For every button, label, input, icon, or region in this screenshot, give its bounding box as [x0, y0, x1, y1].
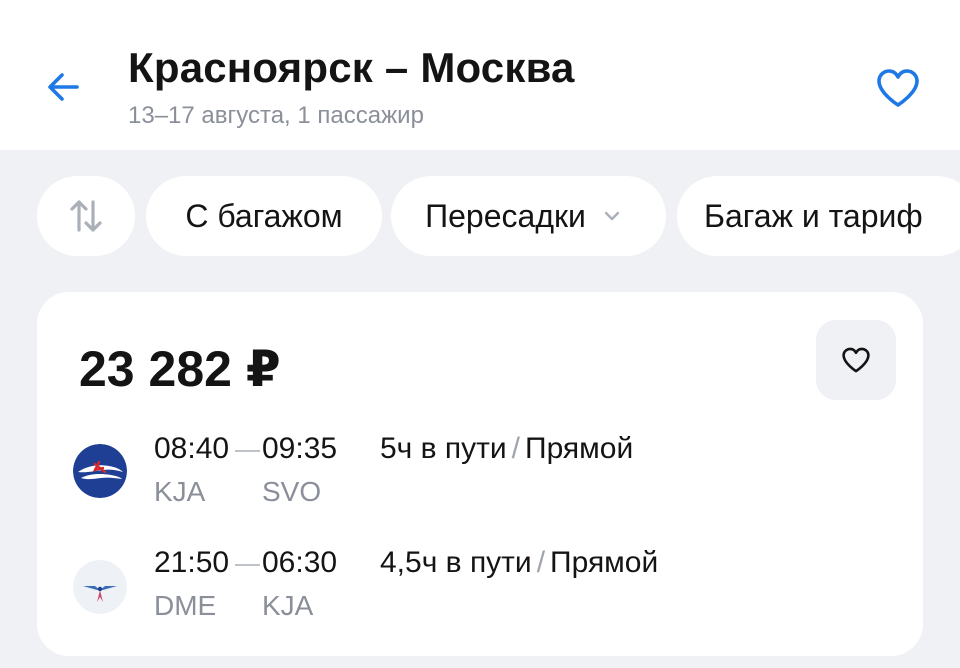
- filter-transfers-label: Пересадки: [425, 197, 586, 234]
- heart-outline-icon: [877, 69, 919, 107]
- departure-airport-code: DME: [154, 590, 217, 621]
- departure-airport-code: KJA: [154, 476, 206, 507]
- flight-type: Прямой: [525, 432, 634, 465]
- ticket-favorite-button[interactable]: [816, 320, 896, 400]
- arrival-airport-code: KJA: [262, 590, 314, 621]
- aeroflot-logo-icon: [73, 444, 127, 498]
- flight-duration: 5ч в пути / Прямой: [380, 432, 633, 466]
- arrival-time: 06:30: [262, 546, 338, 579]
- filter-bar: С багажом Пересадки Багаж и тариф: [0, 176, 960, 256]
- flight-duration: 4,5ч в пути / Прямой: [380, 546, 658, 580]
- departure-time: 08:40: [154, 432, 230, 465]
- sort-button[interactable]: [37, 176, 135, 256]
- filter-baggage-chip[interactable]: С багажом: [146, 176, 382, 256]
- duration-separator: /: [536, 546, 546, 579]
- heart-outline-icon: [842, 347, 870, 373]
- chevron-down-icon: [602, 209, 622, 223]
- arrow-left-icon: [48, 73, 79, 101]
- flight-type: Прямой: [550, 546, 659, 579]
- filter-tariff-chip[interactable]: Багаж и тариф: [677, 176, 960, 256]
- sort-arrows-icon: [70, 200, 102, 232]
- trip-details: 13–17 августа, 1 пассажир: [128, 102, 424, 129]
- departure-time: 21:50: [154, 546, 230, 579]
- duration-text: 4,5ч в пути: [380, 546, 532, 579]
- filter-baggage-label: С багажом: [185, 197, 343, 234]
- ticket-price: 23 282 ₽: [79, 341, 281, 397]
- filter-transfers-chip[interactable]: Пересадки: [391, 176, 666, 256]
- arrival-time: 09:35: [262, 432, 338, 465]
- favorite-button[interactable]: [870, 60, 926, 116]
- duration-separator: /: [511, 432, 521, 465]
- duration-text: 5ч в пути: [380, 432, 507, 465]
- flight-segment-outbound: 08:40 09:35 KJA SVO 5ч в пути / Прямой: [37, 432, 923, 522]
- ticket-card[interactable]: 23 282 ₽ 08:40 09:35 KJA SVO 5ч в пути / П…: [37, 292, 923, 656]
- arrival-airport-code: SVO: [262, 476, 322, 507]
- flight-segment-return: 21:50 06:30 DME KJA 4,5ч в пути / Прямой: [37, 546, 923, 636]
- time-separator: [235, 450, 260, 452]
- app-header: Красноярск – Москва 13–17 августа, 1 пас…: [0, 0, 960, 150]
- bird-logo-icon: [73, 560, 127, 614]
- back-button[interactable]: [36, 60, 90, 114]
- time-separator: [235, 564, 260, 566]
- filter-tariff-label: Багаж и тариф: [704, 197, 923, 234]
- page-title: Красноярск – Москва: [128, 44, 575, 91]
